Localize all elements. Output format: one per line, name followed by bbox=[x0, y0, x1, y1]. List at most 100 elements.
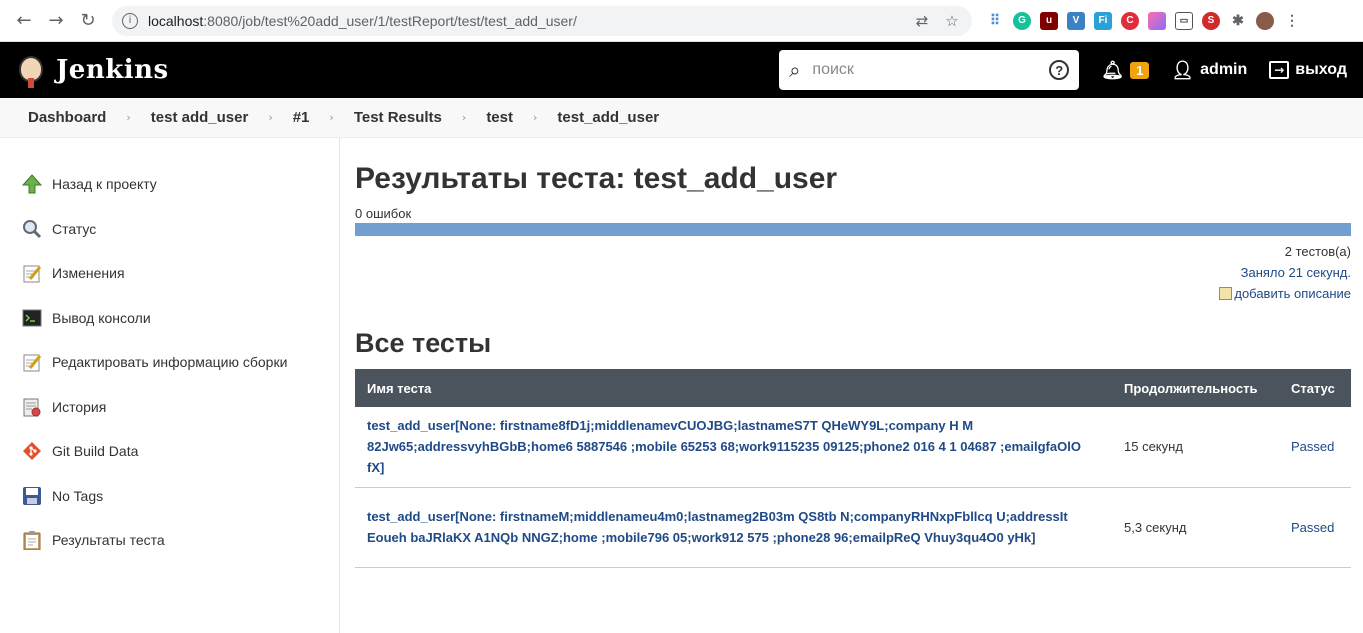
profile-avatar[interactable] bbox=[1256, 11, 1274, 30]
breadcrumb-separator-icon: › bbox=[461, 111, 467, 124]
test-name-cell: test_add_user[None: firstname8fD1j;middl… bbox=[355, 407, 1112, 488]
sidebar-item-label: Git Build Data bbox=[52, 443, 139, 460]
address-bar[interactable]: i localhost:8080/job/test%20add_user/1/t… bbox=[112, 5, 972, 36]
logout-icon: → bbox=[1269, 61, 1290, 79]
failure-count: 0 ошибок bbox=[355, 206, 412, 221]
breadcrumb-class[interactable]: test_add_user bbox=[557, 109, 659, 126]
sidebar-item-status[interactable]: Статус bbox=[0, 207, 339, 252]
help-icon[interactable]: ? bbox=[1049, 60, 1070, 80]
jenkins-brand[interactable]: Jenkins bbox=[56, 55, 169, 85]
status-cell: Passed bbox=[1279, 407, 1351, 488]
sidebar-item-git-build-data[interactable]: Git Build Data bbox=[0, 429, 339, 474]
breadcrumb-test-results[interactable]: Test Results bbox=[354, 109, 442, 126]
user-menu[interactable]: 👤︎ admin bbox=[1171, 60, 1247, 81]
sidebar-item-no-tags[interactable]: No Tags bbox=[0, 474, 339, 519]
puzzle-extensions-icon[interactable]: ✱ bbox=[1229, 11, 1247, 30]
sidebar-item-label: Назад к проекту bbox=[52, 176, 157, 193]
jenkins-logo-icon[interactable] bbox=[16, 52, 46, 88]
edit-description-icon bbox=[1219, 287, 1233, 300]
sidebar-item-label: Результаты теста bbox=[52, 532, 165, 549]
search-icon: ⌕ bbox=[789, 58, 801, 82]
translate-icon[interactable]: ⇄ bbox=[912, 11, 932, 31]
fi-extension-icon[interactable]: Fi bbox=[1094, 11, 1112, 30]
page-title: Результаты теста: test_add_user bbox=[355, 162, 838, 195]
notifications-button[interactable]: 🔔︎ 1 bbox=[1101, 59, 1150, 81]
menu-dots-icon[interactable]: ⋮ bbox=[1283, 11, 1301, 30]
bookmark-star-icon[interactable]: ☆ bbox=[942, 11, 962, 31]
column-header-status[interactable]: Статус bbox=[1279, 369, 1351, 407]
sidebar-item-label: No Tags bbox=[52, 487, 104, 504]
breadcrumb-package[interactable]: test bbox=[486, 109, 513, 126]
tests-table: Имя теста Продолжительность Статус test_… bbox=[355, 369, 1351, 568]
sidebar-item-label: Статус bbox=[52, 220, 97, 237]
test-name-link[interactable]: test_add_user[None: firstnameM;middlenam… bbox=[367, 509, 1068, 545]
breadcrumb-separator-icon: › bbox=[533, 111, 538, 124]
reload-icon[interactable]: ↻ bbox=[74, 7, 102, 35]
bus-extension-icon[interactable]: ▭ bbox=[1175, 11, 1193, 30]
user-icon: 👤︎ bbox=[1171, 59, 1195, 81]
forward-arrow-icon[interactable]: → bbox=[42, 7, 70, 35]
sidebar-item-label: История bbox=[52, 398, 107, 415]
bell-icon: 🔔︎ bbox=[1101, 59, 1125, 81]
up-arrow-icon bbox=[22, 174, 42, 194]
logout-label: выход bbox=[1295, 61, 1347, 78]
c-extension-icon[interactable]: C bbox=[1121, 11, 1139, 30]
breadcrumb-dashboard[interactable]: Dashboard bbox=[28, 109, 106, 126]
table-row: test_add_user[None: firstnameM;middlenam… bbox=[355, 487, 1351, 568]
tests-count: 2 тестов(а) bbox=[1284, 244, 1351, 259]
main-panel: Результаты теста: test_add_user 0 ошибок… bbox=[340, 138, 1363, 633]
logout-button[interactable]: → выход bbox=[1269, 61, 1347, 79]
site-info-icon[interactable]: i bbox=[122, 12, 138, 29]
sidebar-item-test-results[interactable]: Результаты теста bbox=[0, 518, 339, 563]
search-input[interactable] bbox=[812, 61, 1050, 79]
status-cell: Passed bbox=[1279, 487, 1351, 568]
git-icon bbox=[22, 441, 42, 461]
history-icon bbox=[22, 397, 42, 417]
side-panel: Назад к проекту Статус Изменения Вывод к… bbox=[0, 138, 340, 633]
test-result-progress-bar bbox=[355, 223, 1351, 236]
browser-toolbar: ← → ↻ i localhost:8080/job/test%20add_us… bbox=[0, 0, 1363, 42]
duration-link[interactable]: Заняло 21 секунд. bbox=[1241, 265, 1351, 280]
terminal-icon bbox=[22, 308, 42, 328]
breadcrumb-job[interactable]: test add_user bbox=[151, 109, 249, 126]
sidebar-item-edit-build-info[interactable]: Редактировать информацию сборки bbox=[0, 340, 339, 385]
url-text[interactable]: localhost:8080/job/test%20add_user/1/tes… bbox=[148, 13, 902, 29]
ublock-extension-icon[interactable]: u bbox=[1040, 11, 1058, 30]
url-path: :8080/job/test%20add_user/1/testReport/t… bbox=[203, 12, 577, 29]
apps-grid-icon[interactable]: ⠿ bbox=[986, 11, 1004, 30]
duration-cell: 15 секунд bbox=[1112, 407, 1279, 488]
v-extension-icon[interactable]: V bbox=[1067, 11, 1085, 30]
column-header-duration[interactable]: Продолжительность bbox=[1112, 369, 1279, 407]
breadcrumb: Dashboard › test add_user › #1 › Test Resul… bbox=[0, 98, 1363, 138]
sidebar-item-console-output[interactable]: Вывод консоли bbox=[0, 296, 339, 341]
sidebar-item-label: Вывод консоли bbox=[52, 309, 151, 326]
add-description-link[interactable]: добавить описание bbox=[1234, 286, 1351, 301]
jenkins-header: Jenkins ⌕ ? 🔔︎ 1 👤︎ admin → выход bbox=[0, 42, 1363, 98]
breadcrumb-build[interactable]: #1 bbox=[293, 109, 310, 126]
result-summary: 2 тестов(а) Заняло 21 секунд. добавить о… bbox=[355, 241, 1351, 304]
notification-count-badge: 1 bbox=[1130, 61, 1150, 79]
sidebar-item-back-to-project[interactable]: Назад к проекту bbox=[0, 162, 339, 207]
table-header-row: Имя теста Продолжительность Статус bbox=[355, 369, 1351, 407]
magnifier-icon bbox=[22, 219, 42, 239]
gradient-extension-icon[interactable] bbox=[1148, 11, 1166, 30]
sidebar-item-changes[interactable]: Изменения bbox=[0, 251, 339, 296]
sidebar-item-label: Изменения bbox=[52, 265, 125, 282]
breadcrumb-separator-icon: › bbox=[126, 111, 131, 124]
breadcrumb-separator-icon: › bbox=[268, 111, 273, 124]
sidebar-item-history[interactable]: История bbox=[0, 385, 339, 430]
s-extension-icon[interactable]: S bbox=[1202, 11, 1220, 30]
column-header-test-name[interactable]: Имя теста bbox=[355, 369, 1112, 407]
sidebar-item-label: Редактировать информацию сборки bbox=[52, 354, 288, 371]
notepad-icon bbox=[22, 263, 42, 283]
back-arrow-icon[interactable]: ← bbox=[10, 7, 38, 35]
breadcrumb-separator-icon: › bbox=[329, 111, 334, 124]
table-row: test_add_user[None: firstname8fD1j;middl… bbox=[355, 407, 1351, 488]
test-name-cell: test_add_user[None: firstnameM;middlenam… bbox=[355, 487, 1112, 568]
search-box: ⌕ ? bbox=[779, 50, 1080, 90]
extensions-bar: ⠿ G u V Fi C ▭ S ✱ ⋮ bbox=[986, 11, 1301, 30]
test-name-link[interactable]: test_add_user[None: firstname8fD1j;middl… bbox=[367, 418, 1081, 475]
notepad-icon bbox=[22, 352, 42, 372]
grammarly-extension-icon[interactable]: G bbox=[1013, 11, 1031, 30]
user-name: admin bbox=[1200, 61, 1248, 78]
